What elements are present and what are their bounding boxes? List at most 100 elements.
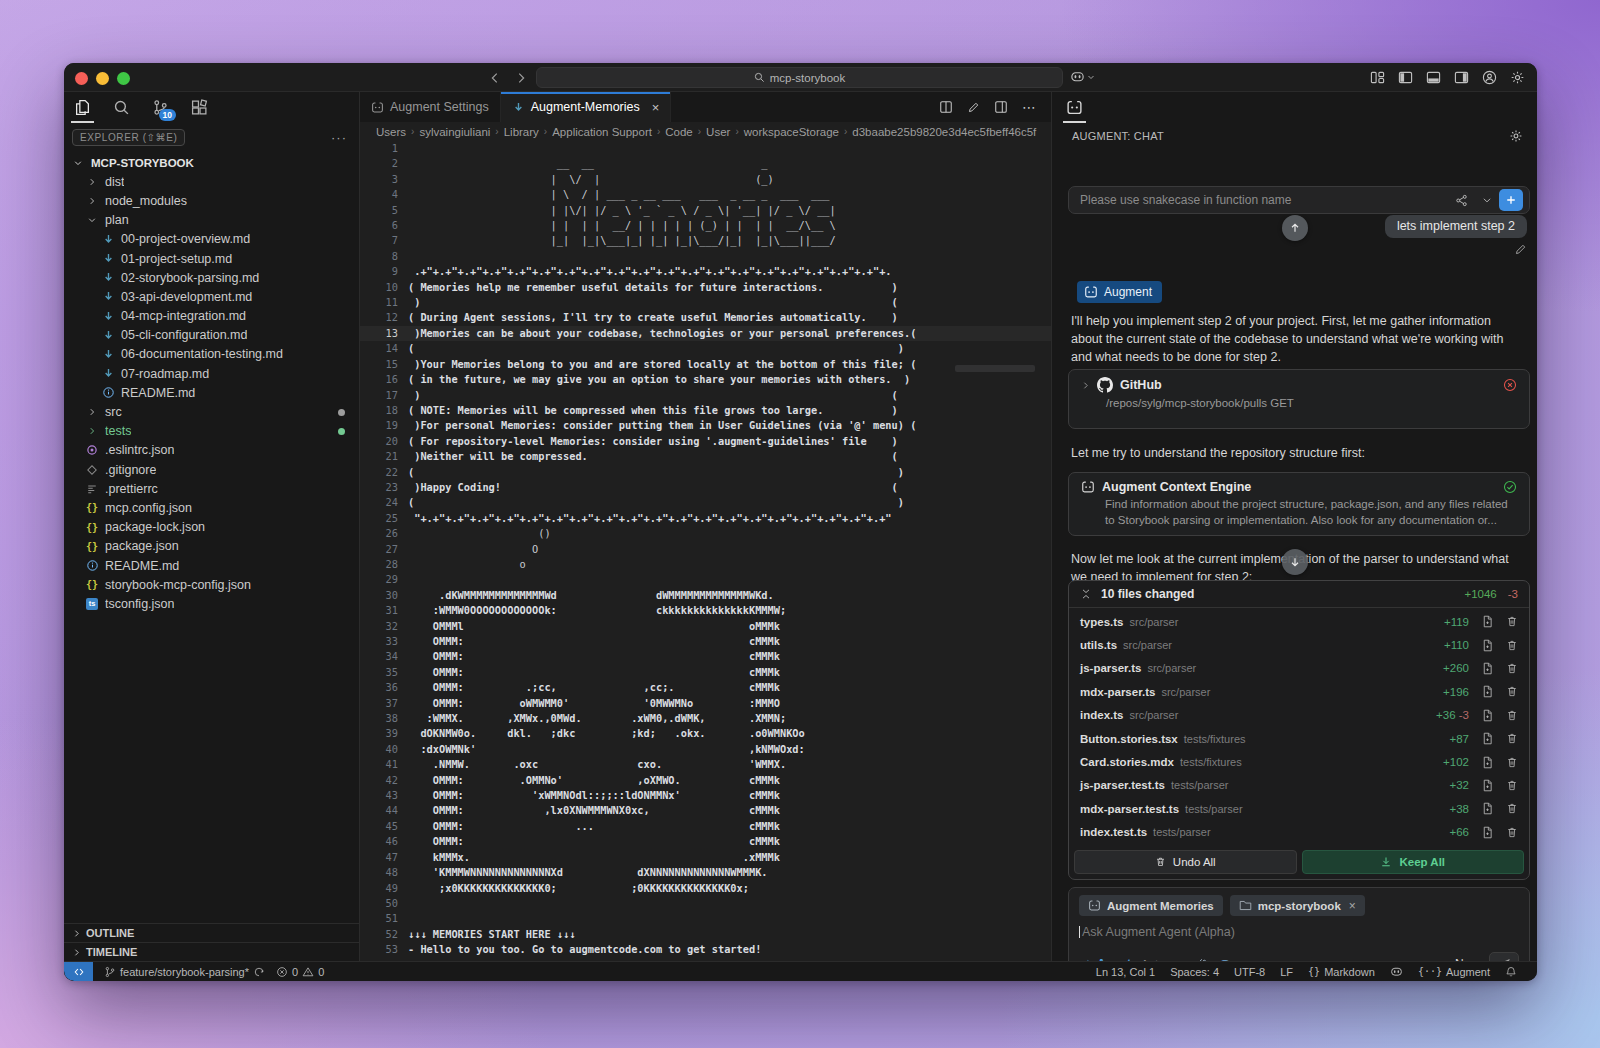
minimize-window-button[interactable] xyxy=(96,72,109,85)
changed-file-row[interactable]: js-parser.test.tstests/parser+32 xyxy=(1069,779,1529,792)
context-engine-card[interactable]: Augment Context Engine Find information … xyxy=(1068,472,1530,536)
cursor-position[interactable]: Ln 13, Col 1 xyxy=(1096,966,1155,978)
context-chip-augment-memories[interactable]: Augment Memories xyxy=(1079,895,1223,916)
settings-gear-icon[interactable] xyxy=(1510,70,1525,85)
open-diff-icon[interactable] xyxy=(1481,732,1494,745)
delete-change-icon[interactable] xyxy=(1506,802,1518,815)
notifications-bell-icon[interactable] xyxy=(1505,966,1517,978)
augment-status[interactable]: {··}Augment xyxy=(1418,966,1490,978)
breadcrumb-segment[interactable]: Code xyxy=(665,126,693,138)
breadcrumb-segment[interactable]: d3baabe25b9820e3d4ec5fbeff46c5f xyxy=(852,126,1036,138)
tree-item--eslintrc-json[interactable]: .eslintrc.json xyxy=(64,441,359,460)
customize-layout-icon[interactable] xyxy=(1370,70,1385,85)
tree-item-readme-md[interactable]: README.md xyxy=(64,556,359,575)
extensions-icon[interactable] xyxy=(191,99,208,116)
tree-item-mcp-config-json[interactable]: {}mcp.config.json xyxy=(64,498,359,517)
tree-item-package-lock-json[interactable]: {}package-lock.json xyxy=(64,518,359,537)
chat-settings-gear-icon[interactable] xyxy=(1509,129,1523,143)
tree-item-00-project-overview-md[interactable]: 00-project-overview.md xyxy=(64,230,359,249)
tree-item-plan[interactable]: plan xyxy=(64,211,359,230)
scroll-down-button[interactable] xyxy=(1282,549,1308,575)
chevron-down-icon[interactable] xyxy=(1482,195,1492,205)
undo-all-button[interactable]: Undo All xyxy=(1074,850,1297,874)
changed-file-row[interactable]: index.test.tstests/parser+66 xyxy=(1069,826,1529,839)
explorer-more-icon[interactable]: ··· xyxy=(331,130,347,145)
edit-pencil-icon[interactable] xyxy=(967,101,980,114)
toggle-panel-icon[interactable] xyxy=(1426,70,1441,85)
window-controls[interactable] xyxy=(75,72,130,85)
tree-item-readme-md[interactable]: README.md xyxy=(64,383,359,402)
toggle-sidebar-icon[interactable] xyxy=(1398,70,1413,85)
account-icon[interactable] xyxy=(1482,70,1497,85)
open-diff-icon[interactable] xyxy=(1481,826,1494,839)
copilot-menu[interactable] xyxy=(1070,69,1095,84)
tree-item-node-modules[interactable]: node_modules xyxy=(64,191,359,210)
open-diff-icon[interactable] xyxy=(1481,615,1494,628)
tree-item-tsconfig-json[interactable]: tstsconfig.json xyxy=(64,594,359,613)
command-center-search[interactable]: mcp-storybook xyxy=(536,67,1063,88)
collapse-all-icon[interactable] xyxy=(1080,588,1092,600)
changed-file-row[interactable]: index.tssrc/parser+36 -3 xyxy=(1069,709,1529,722)
open-changes-icon[interactable] xyxy=(939,100,953,114)
edit-message-icon[interactable] xyxy=(1514,243,1527,256)
tab-augment-memories[interactable]: Augment-Memories× xyxy=(501,92,672,122)
close-window-button[interactable] xyxy=(75,72,88,85)
delete-change-icon[interactable] xyxy=(1506,779,1518,792)
open-diff-icon[interactable] xyxy=(1481,779,1494,792)
toggle-secondary-sidebar-icon[interactable] xyxy=(1454,70,1469,85)
back-icon[interactable] xyxy=(488,71,502,85)
branch-indicator[interactable]: feature/storybook-parsing* xyxy=(104,966,265,978)
search-sidebar-icon[interactable] xyxy=(113,99,130,116)
delete-change-icon[interactable] xyxy=(1506,615,1518,628)
tree-item-03-api-development-md[interactable]: 03-api-development.md xyxy=(64,287,359,306)
share-icon[interactable] xyxy=(1455,194,1468,207)
tree-item-dist[interactable]: dist xyxy=(64,172,359,191)
delete-change-icon[interactable] xyxy=(1506,662,1518,675)
outline-section[interactable]: OUTLINE xyxy=(64,923,359,942)
breadcrumb-segment[interactable]: sylvaingiuliani xyxy=(419,126,490,138)
breadcrumb-segment[interactable]: workspaceStorage xyxy=(744,126,839,138)
more-actions-icon[interactable]: ⋯ xyxy=(1022,99,1037,115)
language-mode[interactable]: {}Markdown xyxy=(1308,966,1375,978)
changed-file-row[interactable]: mdx-parser.test.tstests/parser+38 xyxy=(1069,802,1529,815)
encoding[interactable]: UTF-8 xyxy=(1234,966,1265,978)
explorer-icon[interactable] xyxy=(74,99,91,116)
source-control-icon[interactable]: 10 xyxy=(152,99,169,116)
breadcrumb[interactable]: Users›sylvaingiuliani›Library›Applicatio… xyxy=(360,122,1051,141)
forward-icon[interactable] xyxy=(514,71,528,85)
copilot-status-icon[interactable] xyxy=(1390,965,1403,978)
delete-change-icon[interactable] xyxy=(1506,685,1518,698)
add-guideline-button[interactable] xyxy=(1499,189,1523,211)
tree-item-storybook-mcp-config-json[interactable]: {}storybook-mcp-config.json xyxy=(64,575,359,594)
breadcrumb-segment[interactable]: User xyxy=(706,126,730,138)
tree-item-07-roadmap-md[interactable]: 07-roadmap.md xyxy=(64,364,359,383)
delete-change-icon[interactable] xyxy=(1506,826,1518,839)
augment-panel-icon[interactable] xyxy=(1066,99,1083,116)
delete-change-icon[interactable] xyxy=(1506,732,1518,745)
tree-item--prettierrc[interactable]: .prettierrc xyxy=(64,479,359,498)
tree-item-02-storybook-parsing-md[interactable]: 02-storybook-parsing.md xyxy=(64,268,359,287)
changed-file-row[interactable]: mdx-parser.tssrc/parser+196 xyxy=(1069,685,1529,698)
tab-augment-settings[interactable]: Augment Settings xyxy=(360,92,501,122)
keep-all-button[interactable]: Keep All xyxy=(1302,850,1525,874)
changed-file-row[interactable]: js-parser.tssrc/parser+260 xyxy=(1069,662,1529,675)
remove-chip-icon[interactable]: × xyxy=(1349,899,1356,913)
context-chip-mcp-storybook[interactable]: mcp-storybook× xyxy=(1230,895,1365,916)
chat-guideline-input[interactable]: Please use snakecase in function name xyxy=(1068,186,1530,214)
zoom-window-button[interactable] xyxy=(117,72,130,85)
indentation[interactable]: Spaces: 4 xyxy=(1170,966,1219,978)
open-diff-icon[interactable] xyxy=(1481,709,1494,722)
breadcrumb-segment[interactable]: Application Support xyxy=(552,126,652,138)
open-diff-icon[interactable] xyxy=(1481,685,1494,698)
changed-file-row[interactable]: Button.stories.tsxtests/fixtures+87 xyxy=(1069,732,1529,745)
tree-root[interactable]: MCP-STORYBOOK xyxy=(64,153,359,172)
remote-indicator[interactable] xyxy=(64,962,93,981)
close-tab-icon[interactable]: × xyxy=(652,100,660,115)
tree-item-04-mcp-integration-md[interactable]: 04-mcp-integration.md xyxy=(64,307,359,326)
problems-indicator[interactable]: 0 0 xyxy=(276,966,324,978)
tree-item-tests[interactable]: tests xyxy=(64,422,359,441)
tree-item--gitignore[interactable]: .gitignore xyxy=(64,460,359,479)
delete-change-icon[interactable] xyxy=(1506,639,1518,652)
changed-file-row[interactable]: types.tssrc/parser+119 xyxy=(1069,615,1529,628)
open-diff-icon[interactable] xyxy=(1481,802,1494,815)
